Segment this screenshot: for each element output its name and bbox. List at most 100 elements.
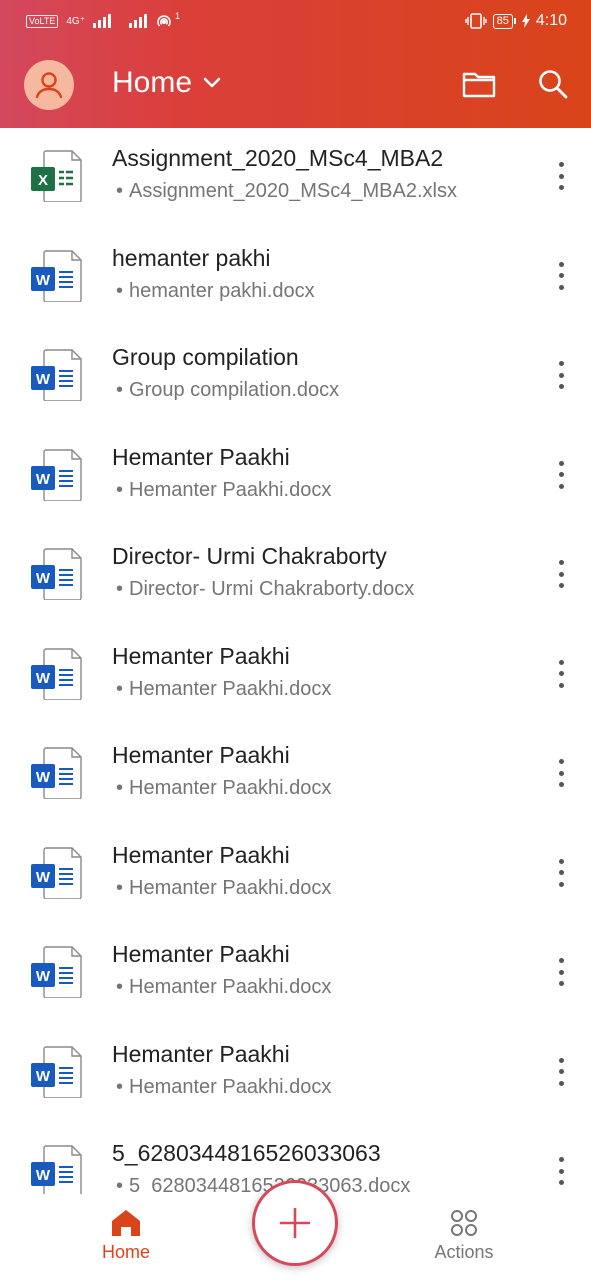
open-folder-button[interactable] <box>461 66 497 102</box>
add-button[interactable] <box>252 1180 338 1266</box>
vibrate-icon <box>464 13 487 29</box>
file-row[interactable]: W hemanter pakhi • hemanter pakhi.docx <box>0 228 591 328</box>
file-subtitle: • Assignment_2020_MSc4_MBA2.xlsx <box>116 180 457 202</box>
home-icon <box>112 1210 140 1236</box>
more-options-button[interactable] <box>551 1054 571 1090</box>
user-avatar[interactable] <box>24 60 74 110</box>
signal-icon <box>92 14 111 28</box>
more-options-button[interactable] <box>551 656 571 692</box>
signal-2-icon <box>128 14 147 28</box>
charging-icon <box>521 14 530 28</box>
file-row[interactable]: W Hemanter Paakhi • Hemanter Paakhi.docx <box>0 1024 591 1124</box>
svg-text:W: W <box>36 272 51 289</box>
file-row[interactable]: W Hemanter Paakhi • Hemanter Paakhi.docx <box>0 427 591 527</box>
file-name: Assignment_2020_MSc4_MBA2 <box>112 145 444 171</box>
plus-icon <box>279 1207 311 1239</box>
file-list: X Assignment_2020_MSc4_MBA2 • Assignment_… <box>0 128 591 1194</box>
file-subtitle: • Director- Urmi Chakraborty.docx <box>116 578 415 600</box>
file-row[interactable]: W Director- Urmi Chakraborty • Director- … <box>0 526 591 626</box>
file-filename: Hemanter Paakhi.docx <box>129 976 332 998</box>
tab-actions[interactable]: Actions <box>404 1208 524 1263</box>
more-options-button[interactable] <box>551 357 571 393</box>
word-file-icon: W <box>30 846 82 900</box>
page-title: Home <box>112 66 193 99</box>
file-name: Hemanter Paakhi <box>112 443 290 470</box>
more-options-button[interactable] <box>551 556 571 592</box>
more-options-button[interactable] <box>551 954 571 990</box>
file-name: Hemanter Paakhi <box>112 841 290 868</box>
battery-icon: 85 <box>492 13 516 29</box>
file-name: Director- Urmi Chakraborty <box>112 543 387 569</box>
status-bar: VoLTE 4G⁺ 1 85 4:10 <box>26 8 567 34</box>
app-header: VoLTE 4G⁺ 1 85 4:10 Home <box>0 0 591 128</box>
file-subtitle: • Group compilation.docx <box>116 379 340 401</box>
file-filename: Hemanter Paakhi.docx <box>129 777 332 799</box>
file-filename: Director- Urmi Chakraborty.docx <box>129 578 415 600</box>
chevron-down-icon <box>203 77 221 88</box>
word-file-icon: W <box>30 1045 82 1099</box>
file-subtitle: • 5_6280344816526033063.docx <box>116 1175 410 1194</box>
file-name: Group compilation <box>112 344 299 370</box>
file-filename: Hemanter Paakhi.docx <box>129 478 332 501</box>
file-name: Hemanter Paakhi <box>112 1040 290 1067</box>
file-name: Hemanter Paakhi <box>112 642 290 669</box>
svg-text:W: W <box>36 1167 51 1184</box>
word-file-icon: W <box>30 647 82 701</box>
tab-home-label: Home <box>101 1242 150 1262</box>
file-subtitle: • Hemanter Paakhi.docx <box>116 777 332 799</box>
more-options-button[interactable] <box>551 855 571 891</box>
svg-text:W: W <box>36 968 51 985</box>
file-filename: Hemanter Paakhi.docx <box>129 677 332 700</box>
more-options-button[interactable] <box>551 1153 571 1189</box>
file-row[interactable]: W Hemanter Paakhi • Hemanter Paakhi.docx <box>0 626 591 726</box>
svg-text:X: X <box>38 172 48 189</box>
svg-text:W: W <box>36 471 51 488</box>
file-name: Hemanter Paakhi <box>112 742 290 768</box>
more-options-button[interactable] <box>551 158 571 194</box>
file-subtitle: • Hemanter Paakhi.docx <box>116 1075 332 1098</box>
actions-icon <box>451 1210 477 1236</box>
file-filename: Assignment_2020_MSc4_MBA2.xlsx <box>129 180 457 202</box>
file-filename: Hemanter Paakhi.docx <box>129 876 332 899</box>
user-avatar-icon <box>35 72 63 99</box>
word-file-icon: W <box>30 747 82 800</box>
network-type: 4G⁺ <box>66 15 85 27</box>
file-row[interactable]: W Hemanter Paakhi • Hemanter Paakhi.docx <box>0 725 591 825</box>
file-row[interactable]: W Group compilation • Group compilation.d… <box>0 327 591 427</box>
file-filename: hemanter pakhi.docx <box>129 279 315 302</box>
search-icon <box>539 70 568 99</box>
word-file-icon: W <box>30 1145 82 1194</box>
search-button[interactable] <box>535 66 571 102</box>
more-options-button[interactable] <box>551 258 571 294</box>
file-filename: Group compilation.docx <box>129 379 340 401</box>
file-name: hemanter pakhi <box>112 244 271 271</box>
svg-text:W: W <box>36 1068 51 1085</box>
file-row[interactable]: W Hemanter Paakhi • Hemanter Paakhi.docx <box>0 825 591 925</box>
file-name: Hemanter Paakhi <box>112 941 290 967</box>
location-selector[interactable]: Home <box>112 66 222 100</box>
file-subtitle: • Hemanter Paakhi.docx <box>116 876 332 899</box>
word-file-icon: W <box>30 946 82 999</box>
more-options-button[interactable] <box>551 457 571 493</box>
file-row[interactable]: W Hemanter Paakhi • Hemanter Paakhi.docx <box>0 924 591 1024</box>
hotspot-count: 1 <box>174 11 180 21</box>
svg-text:W: W <box>36 570 51 587</box>
svg-text:W: W <box>36 869 51 886</box>
more-options-button[interactable] <box>551 755 571 791</box>
file-filename: Hemanter Paakhi.docx <box>129 1075 332 1098</box>
file-subtitle: • Hemanter Paakhi.docx <box>116 478 332 501</box>
svg-text:W: W <box>36 670 51 687</box>
file-row[interactable]: X Assignment_2020_MSc4_MBA2 • Assignment_… <box>0 128 591 228</box>
word-file-icon: W <box>30 448 82 502</box>
file-name: 5_6280344816526033063 <box>112 1140 381 1166</box>
tab-home[interactable]: Home <box>66 1208 186 1263</box>
svg-text:W: W <box>36 769 51 786</box>
excel-file-icon: X <box>30 150 82 203</box>
svg-text:W: W <box>36 371 51 388</box>
file-subtitle: • Hemanter Paakhi.docx <box>116 976 332 998</box>
volte-indicator: VoLTE <box>26 14 59 28</box>
file-subtitle: • Hemanter Paakhi.docx <box>116 677 332 700</box>
folder-icon <box>462 72 496 98</box>
word-file-icon: W <box>30 349 82 402</box>
word-file-icon: W <box>30 249 82 303</box>
